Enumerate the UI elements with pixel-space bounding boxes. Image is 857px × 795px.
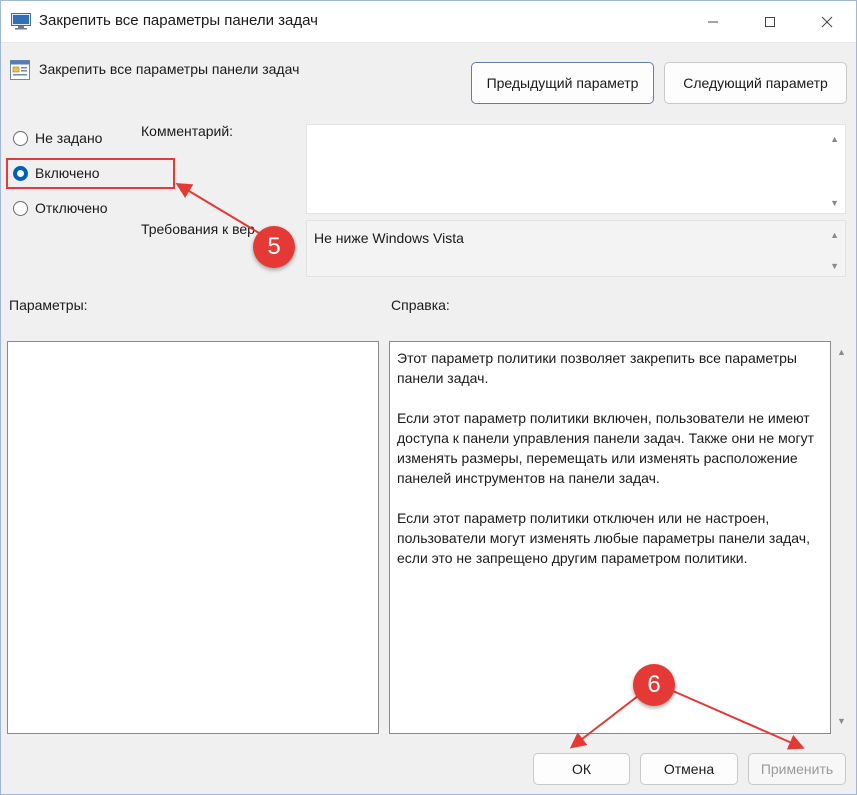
annotation-arrows	[175, 182, 805, 750]
arrow-to-enabled	[175, 182, 260, 234]
step-5-badge: 5	[253, 226, 295, 268]
step-6-badge: 6	[633, 664, 675, 706]
arrow-to-apply	[672, 690, 805, 750]
arrow-to-ok	[569, 695, 639, 749]
policy-dialog: Закрепить все параметры панели задач Зак…	[0, 0, 857, 795]
